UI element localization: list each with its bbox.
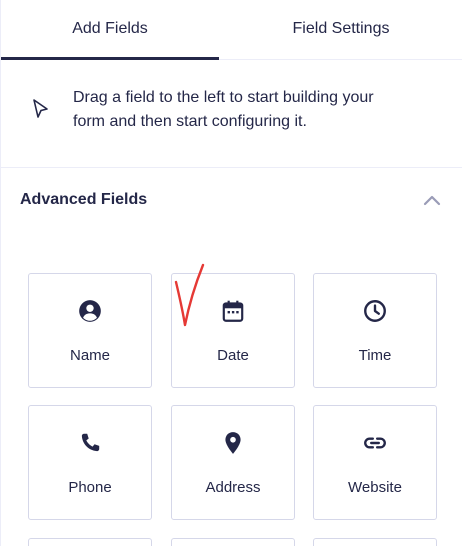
field-label: Date <box>217 347 249 364</box>
map-pin-icon <box>225 432 241 454</box>
cursor-arrow-icon <box>33 99 48 118</box>
field-card-partial[interactable] <box>313 538 437 546</box>
field-label: Address <box>205 479 261 496</box>
field-label: Website <box>348 479 402 496</box>
drag-hint-line-2: form and then start configuring it. <box>73 113 307 130</box>
tab-add-fields[interactable]: Add Fields <box>1 0 219 60</box>
tab-field-settings[interactable]: Field Settings <box>219 0 462 60</box>
advanced-fields-toggle[interactable]: Advanced Fields <box>1 169 462 233</box>
field-label: Phone <box>68 479 112 496</box>
clock-icon <box>364 300 386 322</box>
field-phone[interactable]: Phone <box>28 405 152 520</box>
field-label: Time <box>358 347 392 364</box>
drag-hint-line-1: Drag a field to the left to start buildi… <box>73 89 374 106</box>
field-website[interactable]: Website <box>313 405 437 520</box>
tab-bar: Add Fields Field Settings <box>1 0 462 60</box>
calendar-icon <box>222 300 244 322</box>
section-title: Advanced Fields <box>20 191 148 208</box>
drag-hint-text: Drag a field to the left to start buildi… <box>73 86 443 134</box>
phone-icon <box>81 433 100 452</box>
field-address[interactable]: Address <box>171 405 295 520</box>
link-icon <box>364 437 386 449</box>
user-circle-icon <box>79 300 101 322</box>
checkmark-annotation-icon <box>174 263 205 327</box>
field-time[interactable]: Time <box>313 273 437 388</box>
drag-hint-notice: Drag a field to the left to start buildi… <box>1 60 462 168</box>
field-label: Name <box>69 347 110 364</box>
add-fields-panel: Add Fields Field Settings Drag a field t… <box>0 0 462 546</box>
field-card-partial[interactable] <box>171 538 295 546</box>
field-card-partial[interactable] <box>28 538 152 546</box>
field-name[interactable]: Name <box>28 273 152 388</box>
chevron-up-icon[interactable] <box>421 192 443 208</box>
